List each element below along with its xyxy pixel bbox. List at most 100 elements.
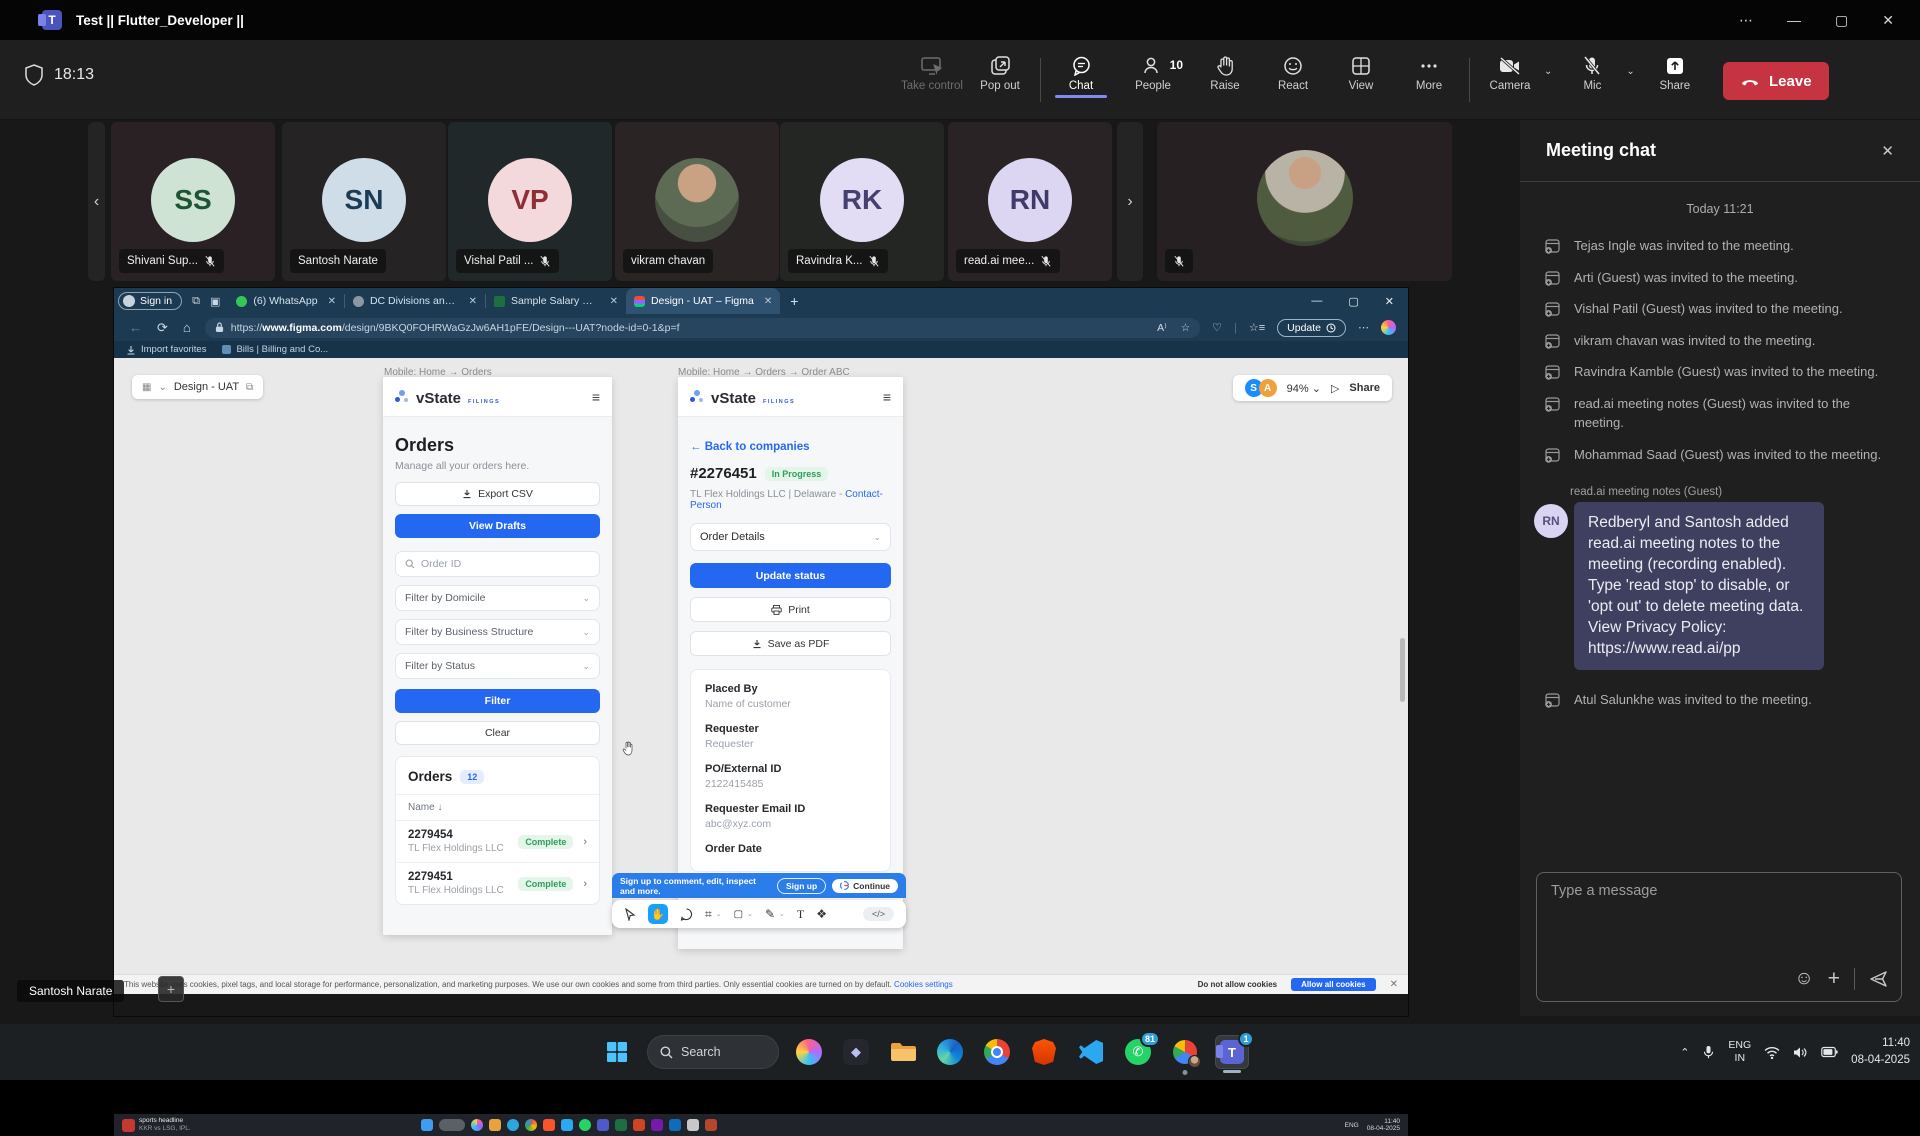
react-button[interactable]: React xyxy=(1259,48,1327,92)
tiles-scroll-right[interactable]: › xyxy=(1117,122,1143,281)
more-button[interactable]: More xyxy=(1395,48,1463,92)
chat-button[interactable]: Chat xyxy=(1047,48,1115,92)
participant-video-tile[interactable] xyxy=(1157,122,1452,281)
favorite-star-icon[interactable]: ☆ xyxy=(1181,322,1190,334)
new-tab-button[interactable]: + xyxy=(790,293,798,309)
save-as-pdf-button[interactable]: Save as PDF xyxy=(690,631,891,656)
zoom-level[interactable]: 94% ⌄ xyxy=(1287,382,1321,395)
start-button[interactable] xyxy=(600,1035,634,1069)
favorites-list-icon[interactable]: ☆≡ xyxy=(1249,321,1265,334)
wifi-icon[interactable] xyxy=(1764,1046,1780,1059)
figma-file-chip[interactable]: ▦ ⌄ Design - UAT ⧉ xyxy=(132,375,263,399)
comment-tool-icon[interactable] xyxy=(680,908,693,921)
read-aloud-icon[interactable]: A⁾ xyxy=(1157,322,1167,334)
edge-app-icon[interactable] xyxy=(933,1035,967,1069)
chrome-app-icon[interactable] xyxy=(980,1035,1014,1069)
copilot-icon[interactable] xyxy=(1381,320,1396,335)
teams-app-icon[interactable]: T 1 xyxy=(1215,1035,1249,1069)
figma-canvas[interactable]: ▦ ⌄ Design - UAT ⧉ S A 94% ⌄ ▷ Share Mob… xyxy=(114,358,1408,994)
import-favorites-button[interactable]: Import favorites xyxy=(126,344,206,355)
participant-tile[interactable]: vikram chavan xyxy=(615,122,779,281)
view-drafts-button[interactable]: View Drafts xyxy=(395,514,600,538)
attach-plus-icon[interactable]: + xyxy=(1828,967,1840,991)
allow-cookies-button[interactable]: Allow all cookies xyxy=(1291,978,1375,991)
vertical-tabs-icon[interactable]: ▣ xyxy=(210,295,220,308)
send-icon[interactable] xyxy=(1869,969,1889,989)
address-bar[interactable]: https://www.figma.com/design/9BKQ0FOHRWa… xyxy=(205,318,1200,338)
order-row[interactable]: 2279451 TL Flex Holdings LLC Complete › xyxy=(396,862,599,904)
code-toggle[interactable]: </> xyxy=(863,907,894,921)
figma-frame-orders[interactable]: vState FILINGS ≡ Orders Manage all your … xyxy=(383,377,612,935)
news-widget[interactable]: sports headlineKKR vs LSG, IPL. xyxy=(122,1117,191,1133)
text-tool-icon[interactable]: T xyxy=(797,907,804,922)
window-minimize-icon[interactable]: — xyxy=(1787,12,1801,28)
browser-close-icon[interactable]: ✕ xyxy=(1385,295,1394,308)
google-continue-button[interactable]: Continue xyxy=(832,879,898,893)
tab-close-icon[interactable]: ✕ xyxy=(469,296,477,307)
camera-button[interactable]: Camera xyxy=(1476,48,1544,92)
figma-signup-button[interactable]: Sign up xyxy=(777,878,826,894)
window-close-icon[interactable]: ✕ xyxy=(1882,12,1894,29)
filter-business-structure-select[interactable]: Filter by Business Structure⌄ xyxy=(395,619,600,645)
file-explorer-icon[interactable] xyxy=(886,1035,920,1069)
participant-tile[interactable]: VP Vishal Patil ... xyxy=(448,122,612,281)
browser-signin-button[interactable]: Sign in xyxy=(118,292,182,310)
copilot-app-icon[interactable] xyxy=(792,1035,826,1069)
tab-close-icon[interactable]: ✕ xyxy=(610,296,618,307)
vscode-app-icon[interactable] xyxy=(1074,1035,1108,1069)
back-icon[interactable]: ← xyxy=(129,320,142,335)
participant-tile[interactable]: SS Shivani Sup... xyxy=(111,122,275,281)
figma-share-button[interactable]: Share xyxy=(1349,382,1380,394)
window-maximize-icon[interactable]: ▢ xyxy=(1835,12,1848,29)
chevron-right-icon[interactable]: › xyxy=(583,836,587,848)
share-button[interactable]: Share xyxy=(1641,48,1709,92)
chat-close-icon[interactable]: ✕ xyxy=(1881,142,1894,160)
present-icon[interactable]: ▷ xyxy=(1331,382,1339,395)
update-button[interactable]: Update xyxy=(1277,319,1346,337)
browser-tab-dc[interactable]: DC Divisions and Surroundings ✕ xyxy=(345,288,485,314)
raise-hand-button[interactable]: Raise xyxy=(1191,48,1259,92)
back-link[interactable]: ← Back to companies xyxy=(690,441,891,453)
chrome-profile-app-icon[interactable] xyxy=(1168,1035,1202,1069)
chat-input-box[interactable]: ☺ + xyxy=(1536,872,1902,1002)
browser-menu-icon[interactable]: ⋯ xyxy=(1358,321,1369,334)
camera-options-chevron[interactable]: ⌄ xyxy=(1544,66,1552,77)
view-button[interactable]: View xyxy=(1327,48,1395,92)
browser-essentials-icon[interactable]: ♡ xyxy=(1212,321,1222,334)
hamburger-menu-icon[interactable]: ≡ xyxy=(592,389,600,405)
bookmark-item[interactable]: Bills | Billing and Co... xyxy=(222,344,328,355)
tray-mic-icon[interactable] xyxy=(1702,1045,1715,1060)
export-csv-button[interactable]: Export CSV xyxy=(395,482,600,506)
filter-domicile-select[interactable]: Filter by Domicile⌄ xyxy=(395,585,600,611)
order-row[interactable]: 2279454 TL Flex Holdings LLC Complete › xyxy=(396,820,599,862)
column-header[interactable]: Name ↓ xyxy=(396,794,599,820)
speaker-icon[interactable] xyxy=(1793,1046,1808,1059)
emoji-icon[interactable]: ☺ xyxy=(1794,968,1813,990)
taskbar-search[interactable]: Search xyxy=(647,1035,779,1069)
battery-icon[interactable] xyxy=(1821,1046,1838,1058)
filter-button[interactable]: Filter xyxy=(395,689,600,713)
refresh-icon[interactable]: ⟳ xyxy=(157,320,168,336)
chat-message-input[interactable] xyxy=(1551,883,1887,899)
tiles-scroll-left[interactable]: ‹ xyxy=(88,122,105,281)
tray-chevron-icon[interactable]: ⌃ xyxy=(1680,1046,1689,1059)
update-status-button[interactable]: Update status xyxy=(690,563,891,588)
cookie-settings-link[interactable]: Cookies settings xyxy=(894,980,953,989)
order-details-select[interactable]: Order Details⌄ xyxy=(690,523,891,551)
shape-tool-icon[interactable]: ▢ xyxy=(734,909,743,920)
figma-frame-order-detail[interactable]: vState FILINGS ≡ ← Back to companies #22… xyxy=(678,377,903,949)
browser-maximize-icon[interactable]: ▢ xyxy=(1348,295,1358,308)
participant-tile[interactable]: SN Santosh Narate xyxy=(282,122,446,281)
mic-button[interactable]: Mic xyxy=(1558,48,1626,92)
share-zoom-plus-button[interactable]: + xyxy=(158,976,184,1002)
deny-cookies-button[interactable]: Do not allow cookies xyxy=(1198,980,1278,989)
browser-minimize-icon[interactable]: — xyxy=(1311,295,1322,308)
participant-tile[interactable]: RK Ravindra K... xyxy=(780,122,944,281)
take-control-button[interactable]: Take control xyxy=(898,48,966,92)
brave-app-icon[interactable] xyxy=(1027,1035,1061,1069)
language-indicator[interactable]: ENGIN xyxy=(1728,1039,1751,1064)
cursor-tool-icon[interactable] xyxy=(624,908,636,921)
tab-close-icon[interactable]: ✕ xyxy=(764,296,772,307)
pop-out-button[interactable]: Pop out xyxy=(966,48,1034,92)
home-icon[interactable]: ⌂ xyxy=(183,320,191,335)
